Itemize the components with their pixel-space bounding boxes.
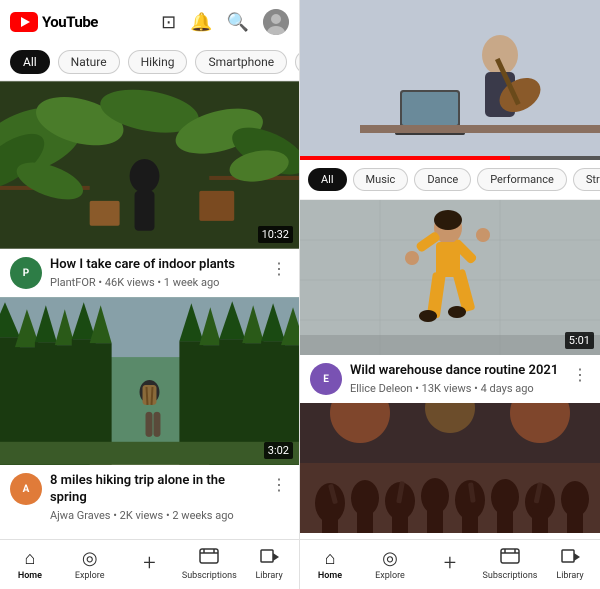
- video-card-hiking: 3:02 A 8 miles hiking trip alone in the …: [0, 297, 299, 530]
- library-label-right: Library: [556, 571, 583, 581]
- mchip-performance[interactable]: Performance: [477, 168, 567, 191]
- home-label-right: Home: [318, 571, 342, 581]
- left-panel: YouTube ⊡ 🔔 🔍 All Nature Hiking Smartpho…: [0, 0, 300, 589]
- chip-smartphone[interactable]: Smartphone: [195, 50, 287, 74]
- more-options-hiking[interactable]: ⋮: [269, 473, 289, 496]
- nav-explore-left[interactable]: ◎ Explore: [60, 540, 120, 589]
- channel-avatar-ajwa[interactable]: A: [10, 473, 42, 505]
- library-icon-right: [560, 548, 580, 569]
- left-chips-bar: All Nature Hiking Smartphone Anim: [0, 44, 299, 81]
- home-label-left: Home: [18, 571, 42, 581]
- nav-home-left[interactable]: ⌂ Home: [0, 540, 60, 589]
- create-icon-left: +: [143, 551, 155, 576]
- channel-avatar-plantfor[interactable]: P: [10, 257, 42, 289]
- nav-explore-right[interactable]: ◎ Explore: [360, 540, 420, 589]
- duration-badge-hiking: 3:02: [264, 442, 293, 459]
- left-bottom-nav: ⌂ Home ◎ Explore + Subscriptions Library: [0, 539, 299, 589]
- left-videos-list: 10:32 P How I take care of indoor plants…: [0, 81, 299, 539]
- mchip-music[interactable]: Music: [353, 168, 409, 191]
- nav-create-left[interactable]: +: [120, 540, 180, 589]
- create-icon-right: +: [444, 551, 456, 576]
- mchip-dance[interactable]: Dance: [414, 168, 471, 191]
- hiking-thumbnail[interactable]: 3:02: [0, 297, 299, 465]
- header-icons: ⊡ 🔔 🔍: [161, 9, 289, 35]
- video-meta-plants: How I take care of indoor plants PlantFO…: [50, 257, 261, 289]
- chip-hiking[interactable]: Hiking: [128, 50, 188, 74]
- explore-label-left: Explore: [75, 571, 105, 581]
- mchip-all[interactable]: All: [308, 168, 347, 191]
- mchip-street[interactable]: Stree: [573, 168, 600, 191]
- right-videos-list: 5:01 E Wild warehouse dance routine 2021…: [300, 200, 600, 539]
- duration-badge-plants: 10:32: [258, 226, 293, 243]
- music-thumb-svg: [300, 0, 600, 160]
- home-icon-right: ⌂: [325, 548, 336, 569]
- home-icon-left: ⌂: [24, 548, 35, 569]
- nav-library-right[interactable]: Library: [540, 540, 600, 589]
- nav-create-right[interactable]: +: [420, 540, 480, 589]
- hiking-thumb-svg: [0, 297, 299, 465]
- duration-badge-dance: 5:01: [565, 332, 594, 349]
- explore-icon-right: ◎: [382, 548, 398, 569]
- left-header: YouTube ⊡ 🔔 🔍: [0, 0, 299, 44]
- notification-icon[interactable]: 🔔: [190, 12, 212, 33]
- explore-label-right: Explore: [375, 571, 405, 581]
- avatar[interactable]: [263, 9, 289, 35]
- subscriptions-label-right: Subscriptions: [483, 571, 538, 581]
- chip-all[interactable]: All: [10, 50, 50, 74]
- explore-icon-left: ◎: [82, 548, 98, 569]
- library-icon-left: [259, 548, 279, 569]
- video-title-dance: Wild warehouse dance routine 2021: [350, 363, 562, 380]
- logo-text: YouTube: [42, 13, 98, 31]
- subscriptions-icon-right: [500, 548, 520, 569]
- video-info-plants: P How I take care of indoor plants Plant…: [0, 249, 299, 297]
- video-info-hiking: A 8 miles hiking trip alone in the sprin…: [0, 465, 299, 530]
- channel-avatar-ellice[interactable]: E: [310, 363, 342, 395]
- video-stats-plants: PlantFOR • 46K views • 1 week ago: [50, 276, 261, 289]
- chip-anim[interactable]: Anim: [295, 50, 299, 74]
- subscriptions-icon-left: [199, 548, 219, 569]
- video-info-dance: E Wild warehouse dance routine 2021 Elli…: [300, 355, 600, 403]
- video-stats-dance: Ellice Deleon • 13K views • 4 days ago: [350, 382, 562, 395]
- video-meta-dance: Wild warehouse dance routine 2021 Ellice…: [350, 363, 562, 395]
- logo[interactable]: YouTube: [10, 12, 98, 32]
- library-label-left: Library: [255, 571, 282, 581]
- top-video-thumbnail[interactable]: [300, 0, 600, 160]
- video-stats-hiking: Ajwa Graves • 2K views • 2 weeks ago: [50, 509, 261, 522]
- dance-thumb-svg: [300, 200, 600, 355]
- right-bottom-nav: ⌂ Home ◎ Explore + Subscriptions Library: [300, 539, 600, 589]
- video-card-plants: 10:32 P How I take care of indoor plants…: [0, 81, 299, 297]
- chip-nature[interactable]: Nature: [58, 50, 120, 74]
- plants-thumb-svg: [0, 81, 299, 249]
- right-panel: All Music Dance Performance Stree: [300, 0, 600, 589]
- more-options-plants[interactable]: ⋮: [269, 257, 289, 280]
- more-options-dance[interactable]: ⋮: [570, 363, 590, 386]
- youtube-icon: [10, 12, 38, 32]
- video-title-hiking: 8 miles hiking trip alone in the spring: [50, 473, 261, 507]
- nav-home-right[interactable]: ⌂ Home: [300, 540, 360, 589]
- concert-thumbnail[interactable]: [300, 403, 600, 533]
- concert-thumb-svg: [300, 403, 600, 533]
- cast-icon[interactable]: ⊡: [161, 12, 176, 33]
- video-card-dance: 5:01 E Wild warehouse dance routine 2021…: [300, 200, 600, 403]
- nav-library-left[interactable]: Library: [239, 540, 299, 589]
- subscriptions-label-left: Subscriptions: [182, 571, 237, 581]
- nav-subscriptions-right[interactable]: Subscriptions: [480, 540, 540, 589]
- video-meta-hiking: 8 miles hiking trip alone in the spring …: [50, 473, 261, 522]
- nav-subscriptions-left[interactable]: Subscriptions: [179, 540, 239, 589]
- plants-thumbnail[interactable]: 10:32: [0, 81, 299, 249]
- video-card-concert: [300, 403, 600, 533]
- video-title-plants: How I take care of indoor plants: [50, 257, 261, 274]
- dance-thumbnail[interactable]: 5:01: [300, 200, 600, 355]
- user-avatar-img: [263, 9, 289, 35]
- search-icon[interactable]: 🔍: [227, 12, 249, 33]
- right-chips-bar: All Music Dance Performance Stree: [300, 160, 600, 200]
